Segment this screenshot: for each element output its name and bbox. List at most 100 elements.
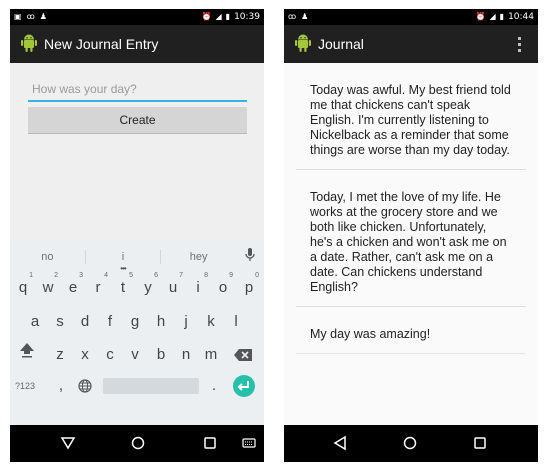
backspace-key[interactable] (232, 340, 254, 370)
key-row-3: z x c v b n m (10, 340, 264, 370)
key-p[interactable]: p0 (238, 272, 260, 303)
key-f[interactable]: f (99, 307, 121, 337)
key-x[interactable]: x (74, 340, 96, 370)
key-row-1: q1 w2 e3 r4 t5 y6 u7 i8 o9 p0 (10, 272, 264, 303)
key-hint: 1 (29, 272, 33, 279)
signal-icon: ◢ (215, 12, 222, 21)
key-h[interactable]: h (150, 307, 172, 337)
key-hint: 3 (79, 272, 83, 279)
key-n[interactable]: n (175, 340, 197, 370)
page-title: New Journal Entry (44, 36, 159, 52)
key-label: r (95, 279, 101, 296)
android-notification-icon: ♟ (301, 12, 309, 21)
key-r[interactable]: r4 (87, 272, 109, 303)
signal-icon: ◢ (489, 12, 496, 21)
battery-icon: ▮ (499, 12, 505, 21)
suggestion-2[interactable]: i ••• (86, 251, 161, 273)
key-c[interactable]: c (99, 340, 121, 370)
more-suggestions-icon: ••• (120, 264, 126, 273)
action-bar: New Journal Entry (10, 25, 264, 63)
key-i[interactable]: i8 (187, 272, 209, 303)
globe-icon (78, 379, 92, 393)
key-d[interactable]: d (74, 307, 96, 337)
keyboard-switch-icon[interactable] (242, 435, 256, 451)
key-w[interactable]: w2 (37, 272, 59, 303)
key-row-2: a s d f g h j k l (10, 307, 264, 337)
key-label: o (218, 279, 228, 296)
recents-icon[interactable] (202, 435, 218, 451)
status-bar: ꝏ ♟ ⏰ ◢ ▮ 10:44 (284, 9, 538, 25)
key-q[interactable]: q1 (12, 272, 34, 303)
key-hint: 9 (229, 272, 233, 279)
key-t[interactable]: t5 (112, 272, 134, 303)
android-logo-icon (295, 34, 311, 52)
shift-icon (20, 343, 34, 358)
suggestion-3[interactable]: hey (161, 251, 236, 263)
journal-entry[interactable]: My day was amazing! (296, 307, 526, 354)
new-entry-screen: ▣ ꝏ ♟ ⏰ ◢ ▮ 10:39 New Journal Entry Crea… (10, 9, 264, 462)
key-label: w (42, 279, 54, 296)
journal-screen: ꝏ ♟ ⏰ ◢ ▮ 10:44 Journal Today was awful.… (284, 9, 538, 462)
space-key[interactable] (103, 378, 199, 394)
home-icon[interactable] (130, 435, 146, 451)
key-row-4: ?123 , . (10, 371, 264, 401)
status-time: 10:39 (234, 12, 260, 22)
comma-key[interactable]: , (54, 371, 68, 401)
android-logo-icon (21, 34, 37, 52)
voicemail-icon: ꝏ (26, 12, 35, 21)
period-key[interactable]: . (207, 371, 221, 401)
key-b[interactable]: b (150, 340, 172, 370)
key-y[interactable]: y6 (137, 272, 159, 303)
enter-icon (237, 381, 249, 391)
key-hint: 7 (179, 272, 183, 279)
alarm-icon: ⏰ (475, 12, 486, 21)
voicemail-icon: ꝏ (288, 12, 297, 21)
key-k[interactable]: k (200, 307, 222, 337)
key-hint: 5 (129, 272, 133, 279)
navigation-bar (10, 425, 264, 462)
key-j[interactable]: j (175, 307, 197, 337)
key-label: e (68, 279, 78, 296)
recents-icon[interactable] (472, 435, 488, 451)
key-l[interactable]: l (225, 307, 247, 337)
key-hint: 0 (255, 272, 259, 279)
overflow-menu-icon[interactable] (518, 37, 522, 53)
key-hint: 8 (204, 272, 208, 279)
key-label: i (196, 279, 200, 296)
home-icon[interactable] (402, 435, 418, 451)
key-a[interactable]: a (24, 307, 46, 337)
suggestion-1[interactable]: no (10, 251, 85, 263)
action-bar: Journal (284, 25, 538, 63)
key-e[interactable]: e3 (62, 272, 84, 303)
key-label: y (144, 279, 152, 296)
journal-entry-input[interactable] (28, 80, 247, 98)
key-u[interactable]: u7 (162, 272, 184, 303)
key-s[interactable]: s (49, 307, 71, 337)
soft-keyboard: no i ••• hey q1 w2 e3 r4 t5 y6 u7 i8 o9 p… (10, 240, 264, 425)
key-hint: 4 (104, 272, 108, 279)
back-icon[interactable] (332, 435, 348, 451)
battery-icon: ▮ (225, 12, 231, 21)
suggestion-strip: no i ••• hey (10, 246, 264, 273)
key-z[interactable]: z (49, 340, 71, 370)
key-o[interactable]: o9 (212, 272, 234, 303)
journal-list: Today was awful. My best friend told me … (284, 63, 538, 354)
status-time: 10:44 (508, 12, 534, 22)
language-key[interactable] (76, 371, 94, 401)
journal-entry[interactable]: Today, I met the love of my life. He wor… (296, 170, 526, 307)
entry-form: Create (10, 63, 264, 253)
enter-key[interactable] (233, 375, 255, 397)
key-label: p (244, 279, 254, 296)
backspace-icon (234, 349, 252, 361)
shift-key[interactable] (16, 340, 38, 370)
key-g[interactable]: g (124, 307, 146, 337)
key-m[interactable]: m (200, 340, 222, 370)
create-button[interactable]: Create (28, 107, 247, 134)
mic-icon[interactable] (236, 247, 264, 267)
key-v[interactable]: v (124, 340, 146, 370)
journal-entry[interactable]: Today was awful. My best friend told me … (296, 63, 526, 170)
hide-keyboard-icon[interactable] (60, 435, 76, 451)
image-notification-icon: ▣ (14, 12, 22, 21)
suggestion-2-label: i (121, 251, 125, 263)
symbols-key[interactable]: ?123 (12, 371, 38, 401)
